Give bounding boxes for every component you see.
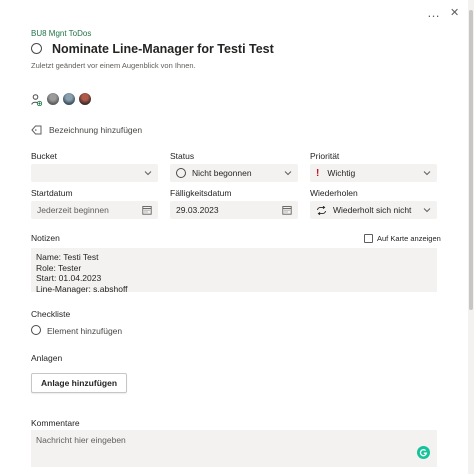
checklist-item-circle-icon: [31, 325, 41, 335]
show-on-card-label[interactable]: Auf Karte anzeigen: [377, 234, 441, 243]
scrollbar-thumb[interactable]: [469, 10, 473, 310]
more-options-icon[interactable]: …: [427, 6, 441, 19]
comments-label: Kommentare: [31, 418, 80, 428]
complete-task-circle[interactable]: [31, 43, 42, 54]
assign-person-icon[interactable]: [31, 94, 42, 106]
repeat-arrows-icon: [317, 205, 326, 215]
status-value: Nicht begonnen: [192, 168, 252, 178]
last-modified-text: Zuletzt geändert vor einem Augenblick vo…: [31, 61, 196, 70]
notes-textarea[interactable]: Name: Testi Test Role: Tester Start: 01.…: [31, 248, 437, 294]
avatar[interactable]: [62, 92, 76, 106]
start-date-field[interactable]: Jederzeit beginnen: [31, 201, 158, 219]
priority-dropdown[interactable]: ! Wichtig: [310, 164, 437, 182]
tag-icon: [31, 125, 42, 135]
chevron-down-icon: [144, 171, 152, 176]
task-title[interactable]: Nominate Line-Manager for Testi Test: [52, 42, 274, 56]
repeat-label: Wiederholen: [310, 188, 358, 198]
checklist-label: Checkliste: [31, 309, 71, 319]
notes-label: Notizen: [31, 233, 60, 243]
due-date-field[interactable]: 29.03.2023: [170, 201, 298, 219]
comment-input[interactable]: Nachricht hier eingeben: [31, 430, 437, 467]
close-icon[interactable]: ✕: [450, 8, 459, 19]
status-label: Status: [170, 151, 195, 161]
add-checklist-item-input[interactable]: Element hinzufügen: [47, 326, 122, 336]
avatar[interactable]: [46, 92, 60, 106]
calendar-icon[interactable]: [142, 205, 152, 215]
start-date-label: Startdatum: [31, 188, 73, 198]
chevron-down-icon: [423, 171, 431, 176]
bucket-dropdown[interactable]: [31, 164, 158, 182]
calendar-icon[interactable]: [282, 205, 292, 215]
bucket-label: Bucket: [31, 151, 57, 161]
plan-name[interactable]: BU8 Mgnt ToDos: [31, 29, 91, 38]
notes-line: Start: 01.04.2023: [36, 273, 102, 283]
grammarly-icon[interactable]: [417, 446, 430, 459]
important-exclamation-icon: !: [316, 167, 320, 179]
repeat-value: Wiederholt sich nicht: [333, 205, 412, 215]
show-on-card-checkbox[interactable]: [364, 234, 373, 243]
notes-line: Name: Testi Test: [36, 252, 99, 262]
comment-placeholder: Nachricht hier eingeben: [36, 435, 126, 445]
chevron-down-icon: [423, 208, 431, 213]
not-started-circle-icon: [176, 168, 186, 178]
priority-value: Wichtig: [327, 168, 356, 178]
notes-line: Role: Tester: [36, 262, 82, 273]
due-date-label: Fälligkeitsdatum: [170, 188, 232, 198]
add-label-button[interactable]: Bezeichnung hinzufügen: [31, 125, 142, 135]
attachments-label: Anlagen: [31, 353, 63, 363]
avatar[interactable]: [78, 92, 92, 106]
start-date-value: Jederzeit beginnen: [37, 205, 109, 215]
repeat-dropdown[interactable]: Wiederholt sich nicht: [310, 201, 437, 219]
priority-label: Priorität: [310, 151, 340, 161]
chevron-down-icon: [284, 171, 292, 176]
add-label-text: Bezeichnung hinzufügen: [49, 125, 143, 135]
add-attachment-button[interactable]: Anlage hinzufügen: [31, 373, 127, 393]
due-date-value: 29.03.2023: [176, 205, 219, 215]
notes-line: Line-Manager: s.abshoff: [36, 283, 128, 294]
status-dropdown[interactable]: Nicht begonnen: [170, 164, 298, 182]
